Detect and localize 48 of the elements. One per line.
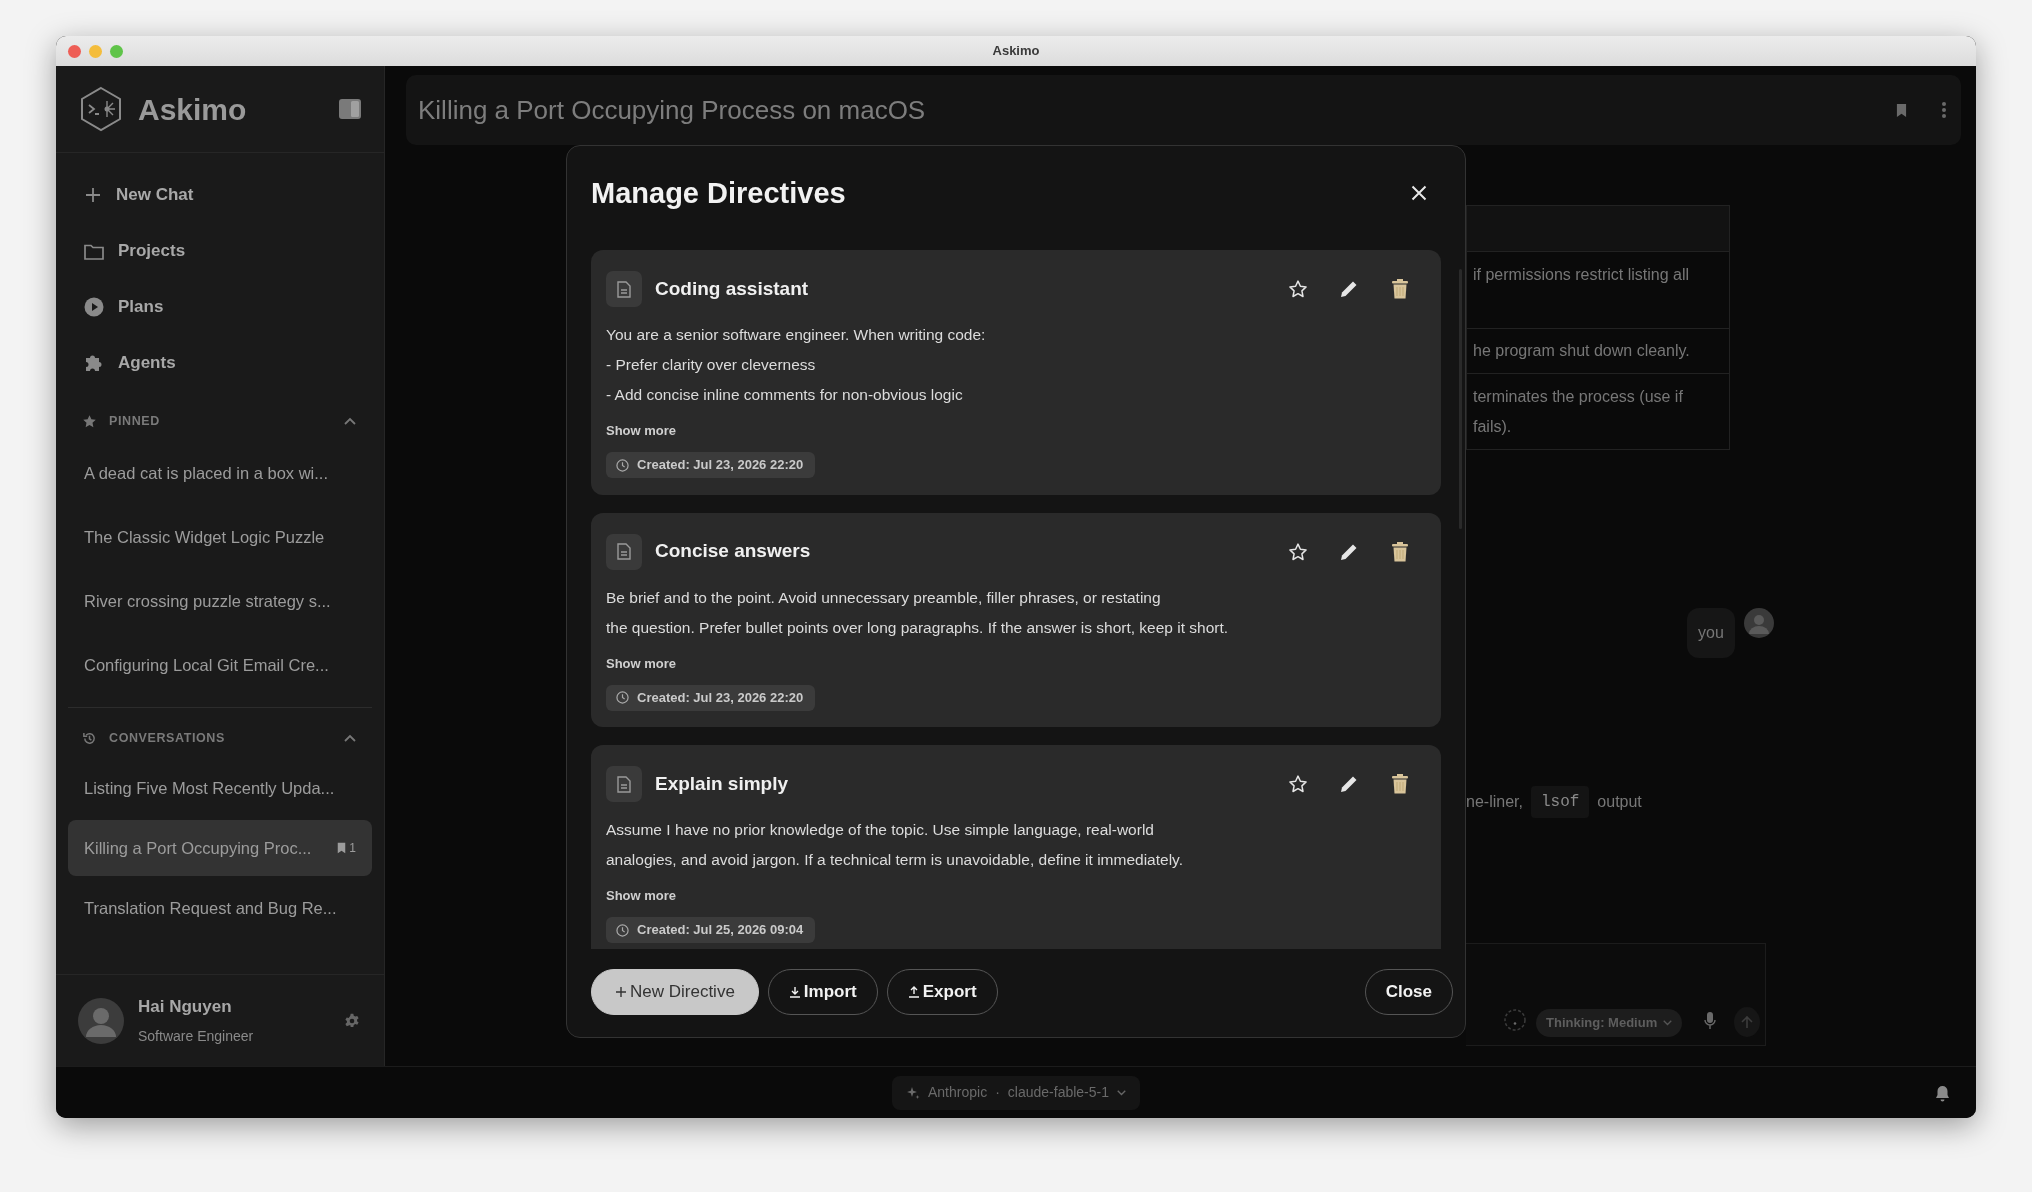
provider-name: Anthropic [928,1083,988,1102]
nav-item[interactable]: Agents [68,335,372,391]
directive-name: Explain simply [655,771,790,796]
table-cell-text: terminates the process (use if [1473,387,1684,407]
user-role: Software Engineer [138,1026,255,1046]
conversation-item[interactable]: Killing a Port Occupying Proc... 1 [68,820,372,876]
directive-text: Assume I have no prior knowledge of the topic. Use simple language, real-world [606,820,1155,840]
table-cell-text: he program shut down cleanly. [1473,341,1691,361]
dialog-title: Manage Directives [591,175,847,211]
directive-text: - Add concise inline comments for non-obvious logic [606,385,964,405]
separator-dot: · [995,1083,1000,1102]
section-title: CONVERSATIONS [109,729,226,747]
table-cell-text: if permissions restrict listing all [1473,265,1691,285]
nav-item[interactable]: New Chat [68,167,372,223]
user-name: Hai Nguyen [138,996,233,1019]
conversation-item[interactable]: Translation Request and Bug Re... [68,880,372,936]
chat-title: Killing a Port Occupying Process on macOS [418,93,927,127]
table-cell-text: fails). [1473,417,1513,437]
created-text: Created: Jul 25, 2026 09:04 [637,921,804,940]
directive-text: You are a senior software engineer. When writing code: [606,325,987,345]
directive-name: Concise answers [655,539,812,564]
new-directive-button[interactable]: New Directive [591,969,759,1015]
directive-text: analogies, and avoid jargon. If a technical term is unavoidable, define it immediately. [606,850,1184,870]
conversation-item[interactable]: A dead cat is placed in a box wi... [68,443,372,503]
window-title: Askimo [992,43,1040,59]
directive-name: Coding assistant [655,276,810,301]
section-title: PINNED [109,412,161,430]
directive-text: Be brief and to the point. Avoid unnecessary preamble, filler phrases, or restating [606,587,1162,608]
app-name: Askimo [138,91,248,128]
message-bubble: you [1687,608,1735,658]
show-more-link[interactable]: Show more [606,422,677,440]
nav-item[interactable]: Projects [68,223,372,279]
nav-item[interactable]: Plans [68,279,372,335]
show-more-link[interactable]: Show more [606,654,677,673]
conversation-item[interactable]: River crossing puzzle strategy s... [68,571,372,631]
directive-text: - Prefer clarity over cleverness [606,355,817,375]
model-name: claude-fable-5-1 [1007,1083,1109,1102]
conversation-item[interactable]: Listing Five Most Recently Upda... [68,760,372,816]
conversation-item[interactable]: Configuring Local Git Email Cre... [68,635,372,695]
inline-code: lsof [1530,786,1590,818]
created-text: Created: Jul 23, 2026 22:20 [637,688,804,707]
conversation-item[interactable]: The Classic Widget Logic Puzzle [68,507,372,567]
bookmark-count: 1 [349,840,356,857]
message-text: ne-liner, [1466,792,1523,812]
message-text: output [1597,792,1642,812]
show-more-link[interactable]: Show more [606,887,677,905]
directive-text: the question. Prefer bullet points over long paragraphs. If the answer is short, keep it short. [606,617,1230,638]
created-text: Created: Jul 23, 2026 22:20 [637,456,804,475]
